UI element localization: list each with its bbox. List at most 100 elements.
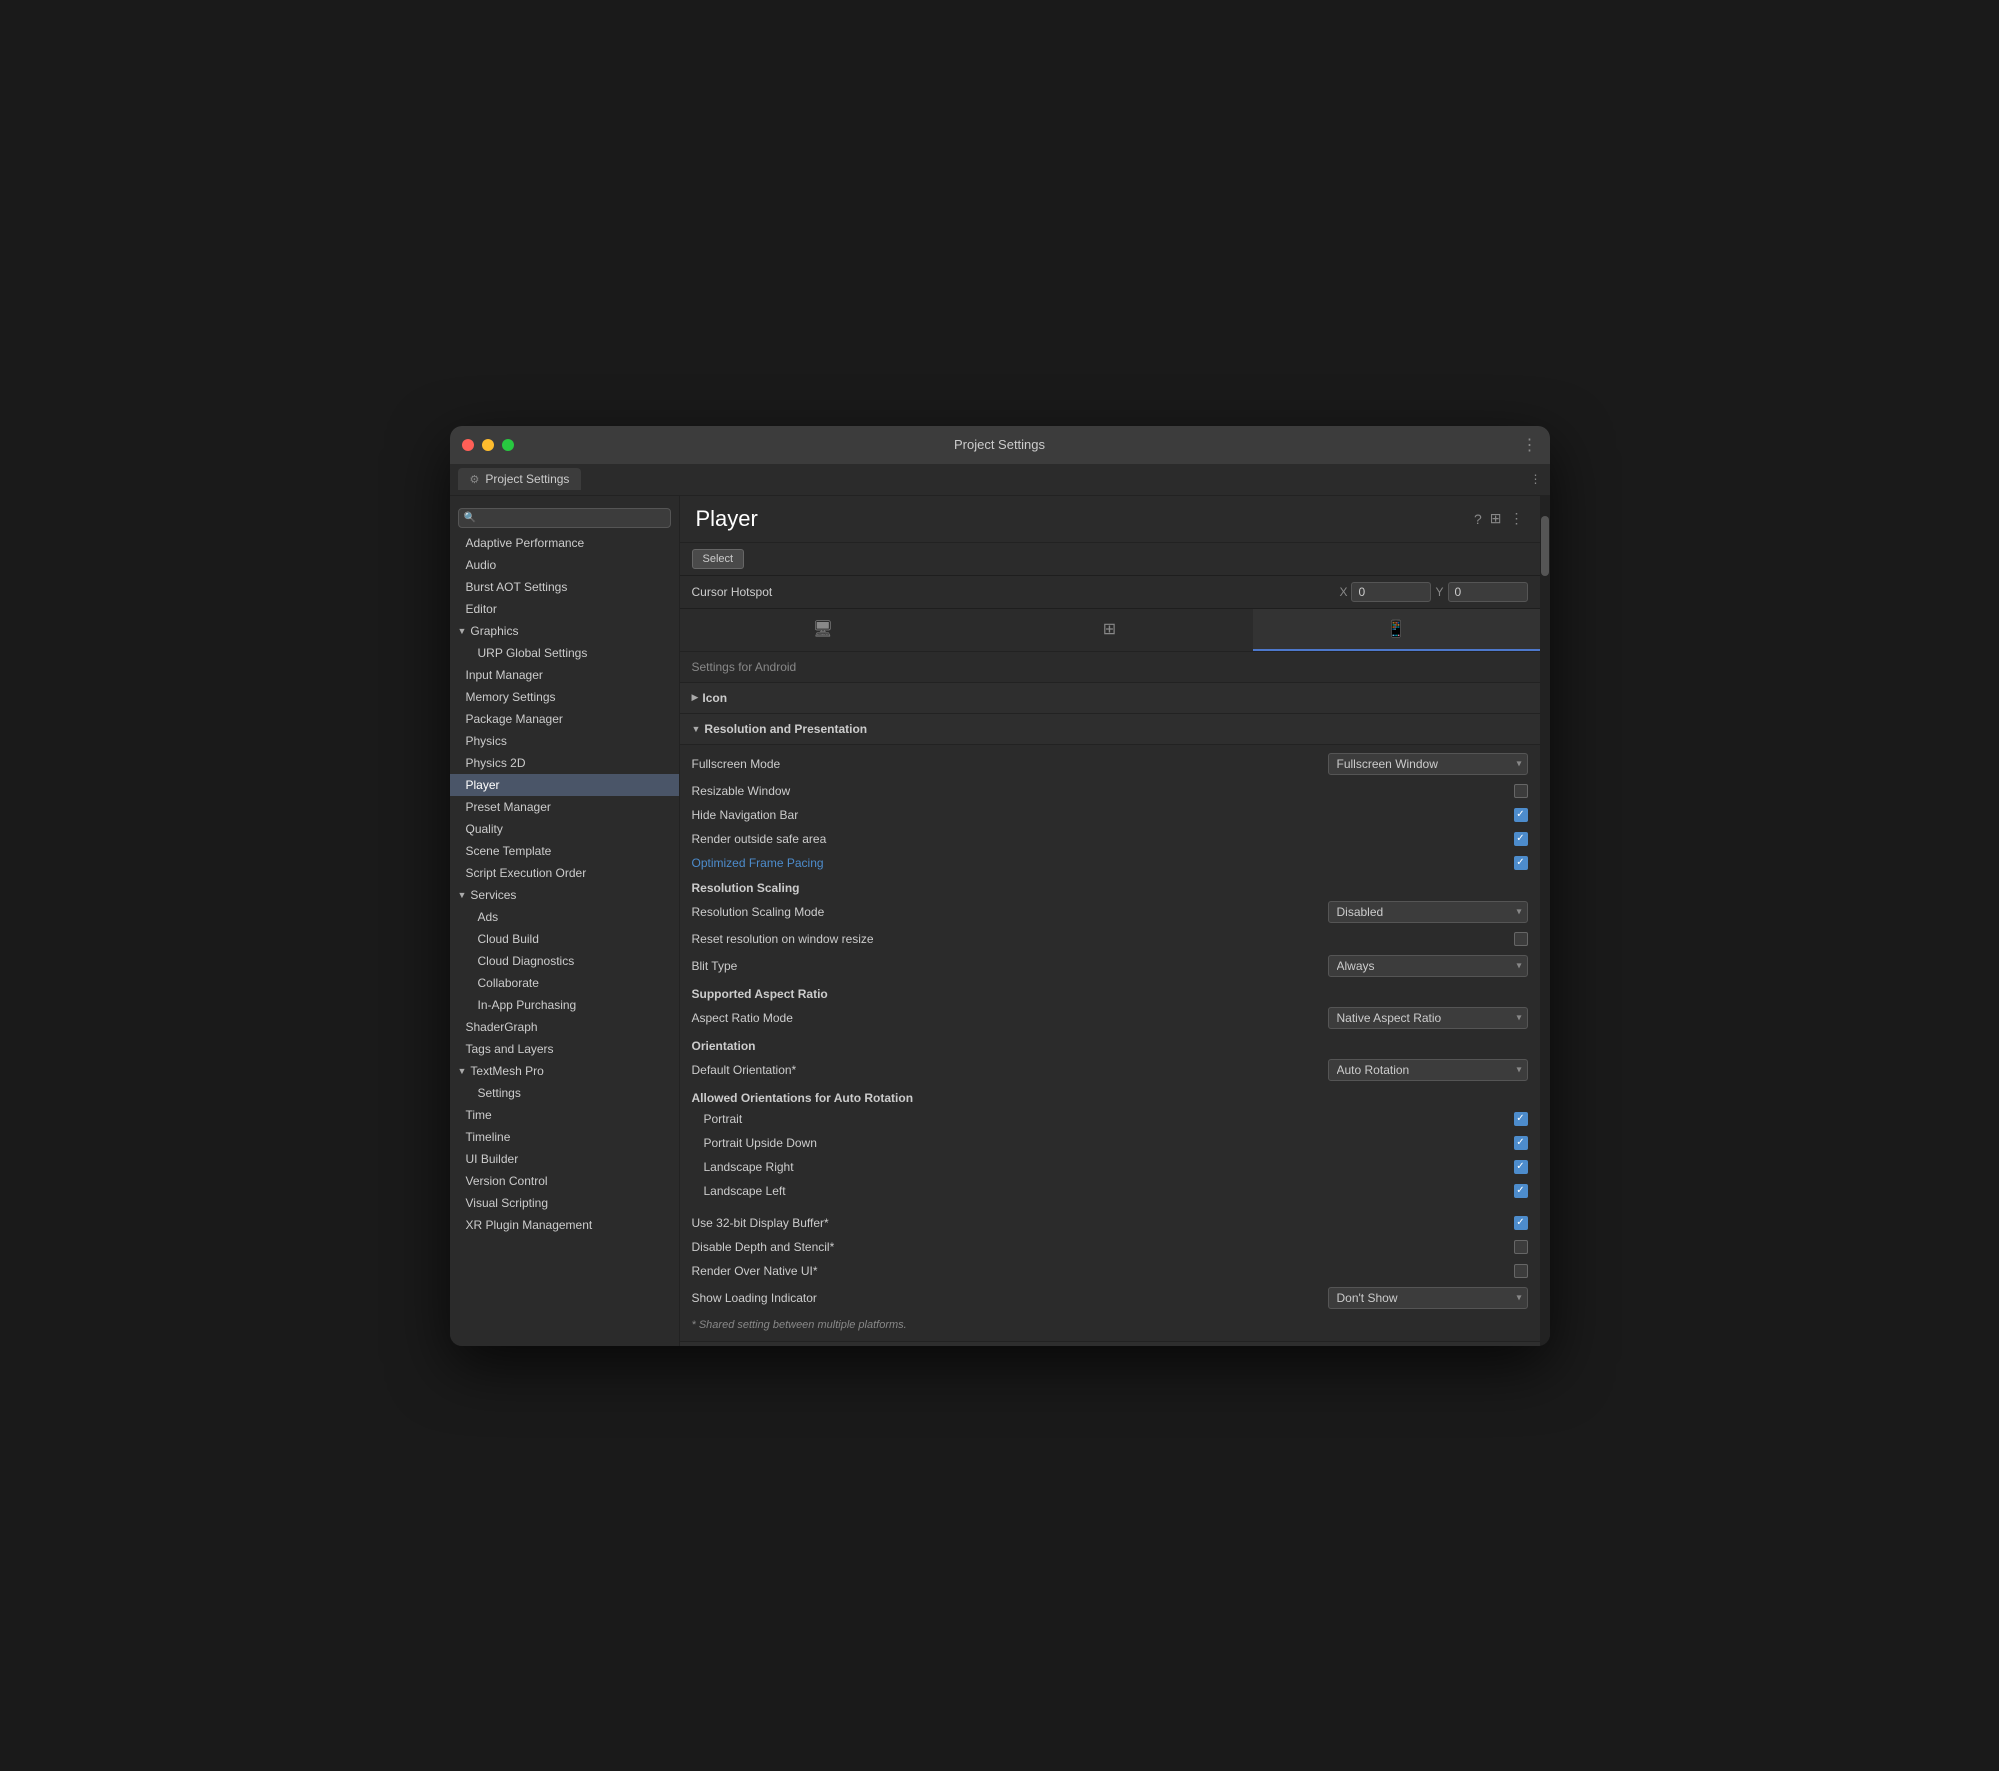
supported-aspect-ratio-label: Supported Aspect Ratio [680,981,1540,1003]
setting-blit-type: Blit Type Always [680,951,1540,981]
sidebar-item-preset[interactable]: Preset Manager [450,796,679,818]
platform-tab-web[interactable]: ⊞ [966,609,1253,651]
fullscreen-mode-value: Fullscreen Window [1328,753,1528,775]
sidebar-item-audio[interactable]: Audio [450,554,679,576]
sidebar-item-adaptive-performance[interactable]: Adaptive Performance [450,532,679,554]
sidebar-group-services[interactable]: ▼ Services [450,884,679,906]
disable-depth-checkbox[interactable] [1514,1240,1528,1254]
blit-type-dropdown[interactable]: Always [1328,955,1528,977]
sidebar-item-tags-layers[interactable]: Tags and Layers [450,1038,679,1060]
section-splash-header[interactable]: ▶ Splash Image [680,1342,1540,1346]
sidebar-item-cloud-build[interactable]: Cloud Build [450,928,679,950]
sidebar-group-textmesh[interactable]: ▼ TextMesh Pro [450,1060,679,1082]
landscape-left-checkbox[interactable] [1514,1184,1528,1198]
fullscreen-mode-label: Fullscreen Mode [692,757,1328,771]
window-title: Project Settings [954,437,1045,452]
portrait-upside-down-checkbox[interactable] [1514,1136,1528,1150]
section-resolution-header[interactable]: ▼ Resolution and Presentation [680,714,1540,745]
sidebar-item-timeline[interactable]: Timeline [450,1126,679,1148]
footnote: * Shared setting between multiple platfo… [680,1313,1540,1337]
sidebar-item-collaborate[interactable]: Collaborate [450,972,679,994]
sidebar-item-time[interactable]: Time [450,1104,679,1126]
sidebar-item-shadergraph[interactable]: ShaderGraph [450,1016,679,1038]
sidebar-item-xr-plugin[interactable]: XR Plugin Management [450,1214,679,1236]
scrollbar-thumb[interactable] [1541,516,1549,576]
setting-display-buffer: Use 32-bit Display Buffer* [680,1211,1540,1235]
sidebar-item-memory[interactable]: Memory Settings [450,686,679,708]
x-input[interactable] [1351,582,1431,602]
maximize-button[interactable] [502,439,514,451]
aspect-ratio-mode-dropdown[interactable]: Native Aspect Ratio [1328,1007,1528,1029]
loading-indicator-dropdown[interactable]: Don't Show [1328,1287,1528,1309]
setting-reset-resolution: Reset resolution on window resize [680,927,1540,951]
sidebar-item-cloud-diagnostics[interactable]: Cloud Diagnostics [450,950,679,972]
sidebar-item-ui-builder[interactable]: UI Builder [450,1148,679,1170]
setting-show-loading-indicator: Show Loading Indicator Don't Show [680,1283,1540,1313]
resolution-scaling-mode-dropdown[interactable]: Disabled [1328,901,1528,923]
show-loading-indicator-label: Show Loading Indicator [692,1291,1328,1305]
sidebar-group-graphics[interactable]: ▼ Graphics [450,620,679,642]
fullscreen-mode-dropdown[interactable]: Fullscreen Window [1328,753,1528,775]
sidebar-item-visual-scripting[interactable]: Visual Scripting [450,1192,679,1214]
titlebar: Project Settings ⋮ [450,426,1550,464]
help-icon[interactable]: ? [1474,511,1482,527]
hide-nav-bar-checkbox[interactable] [1514,808,1528,822]
sidebar-item-burst-aot[interactable]: Burst AOT Settings [450,576,679,598]
close-button[interactable] [462,439,474,451]
setting-optimized-frame: Optimized Frame Pacing [680,851,1540,875]
sidebar-item-label: Graphics [470,624,518,638]
resolution-scaling-dropdown-wrap: Disabled [1328,901,1528,923]
sidebar-item-editor[interactable]: Editor [450,598,679,620]
portrait-checkbox[interactable] [1514,1112,1528,1126]
blit-type-label: Blit Type [692,959,1328,973]
default-orientation-dropdown[interactable]: Auto Rotation [1328,1059,1528,1081]
sidebar-item-ads[interactable]: Ads [450,906,679,928]
resolution-scaling-mode-label: Resolution Scaling Mode [692,905,1328,919]
disable-depth-label: Disable Depth and Stencil* [692,1240,1514,1254]
display-buffer-checkbox[interactable] [1514,1216,1528,1230]
render-safe-area-checkbox[interactable] [1514,832,1528,846]
allowed-orientations-label: Allowed Orientations for Auto Rotation [680,1085,1540,1107]
landscape-right-checkbox[interactable] [1514,1160,1528,1174]
sidebar-item-physics[interactable]: Physics [450,730,679,752]
collapse-icon: ▼ [692,724,701,734]
section-icon-header[interactable]: ▶ Icon [680,683,1540,714]
search-input[interactable] [458,508,671,528]
resizable-window-checkbox[interactable] [1514,784,1528,798]
platform-tab-android[interactable]: 📱 [1253,609,1540,651]
sidebar-item-package[interactable]: Package Manager [450,708,679,730]
settings-for-label: Settings for Android [680,652,1540,683]
sidebar-item-physics2d[interactable]: Physics 2D [450,752,679,774]
sidebar-item-urp[interactable]: URP Global Settings [450,642,679,664]
sidebar-item-iap[interactable]: In-App Purchasing [450,994,679,1016]
more-icon[interactable]: ⋮ [1510,510,1524,527]
select-button[interactable]: Select [692,549,745,569]
sidebar-item-scene-template[interactable]: Scene Template [450,840,679,862]
sidebar-item-quality[interactable]: Quality [450,818,679,840]
settings-area: Settings for Android ▶ Icon ▼ Resolution… [680,652,1540,1346]
optimized-frame-label[interactable]: Optimized Frame Pacing [692,856,1514,870]
setting-resolution-scaling-mode: Resolution Scaling Mode Disabled [680,897,1540,927]
platform-tab-desktop[interactable]: 🖥 [680,609,967,651]
expand-icon: ▼ [458,626,467,636]
render-native-ui-checkbox[interactable] [1514,1264,1528,1278]
reset-resolution-checkbox[interactable] [1514,932,1528,946]
sidebar-item-textmesh-settings[interactable]: Settings [450,1082,679,1104]
x-label: X [1339,585,1347,599]
header-icons: ? ⊞ ⋮ [1474,510,1524,527]
project-settings-tab[interactable]: ⚙ Project Settings [458,468,582,490]
sidebar-item-script-order[interactable]: Script Execution Order [450,862,679,884]
search-bar: 🔍 [450,504,679,532]
sidebar-item-input-manager[interactable]: Input Manager [450,664,679,686]
sliders-icon[interactable]: ⊞ [1490,510,1502,527]
y-input[interactable] [1448,582,1528,602]
minimize-button[interactable] [482,439,494,451]
tab-menu-icon[interactable]: ⋮ [1530,472,1542,486]
window-menu-icon[interactable]: ⋮ [1522,435,1538,455]
landscape-left-label: Landscape Left [704,1184,1514,1198]
aspect-ratio-mode-label: Aspect Ratio Mode [692,1011,1328,1025]
optimized-frame-checkbox[interactable] [1514,856,1528,870]
sidebar-item-player[interactable]: Player [450,774,679,796]
coord-field: X Y [1339,582,1527,602]
sidebar-item-version-control[interactable]: Version Control [450,1170,679,1192]
